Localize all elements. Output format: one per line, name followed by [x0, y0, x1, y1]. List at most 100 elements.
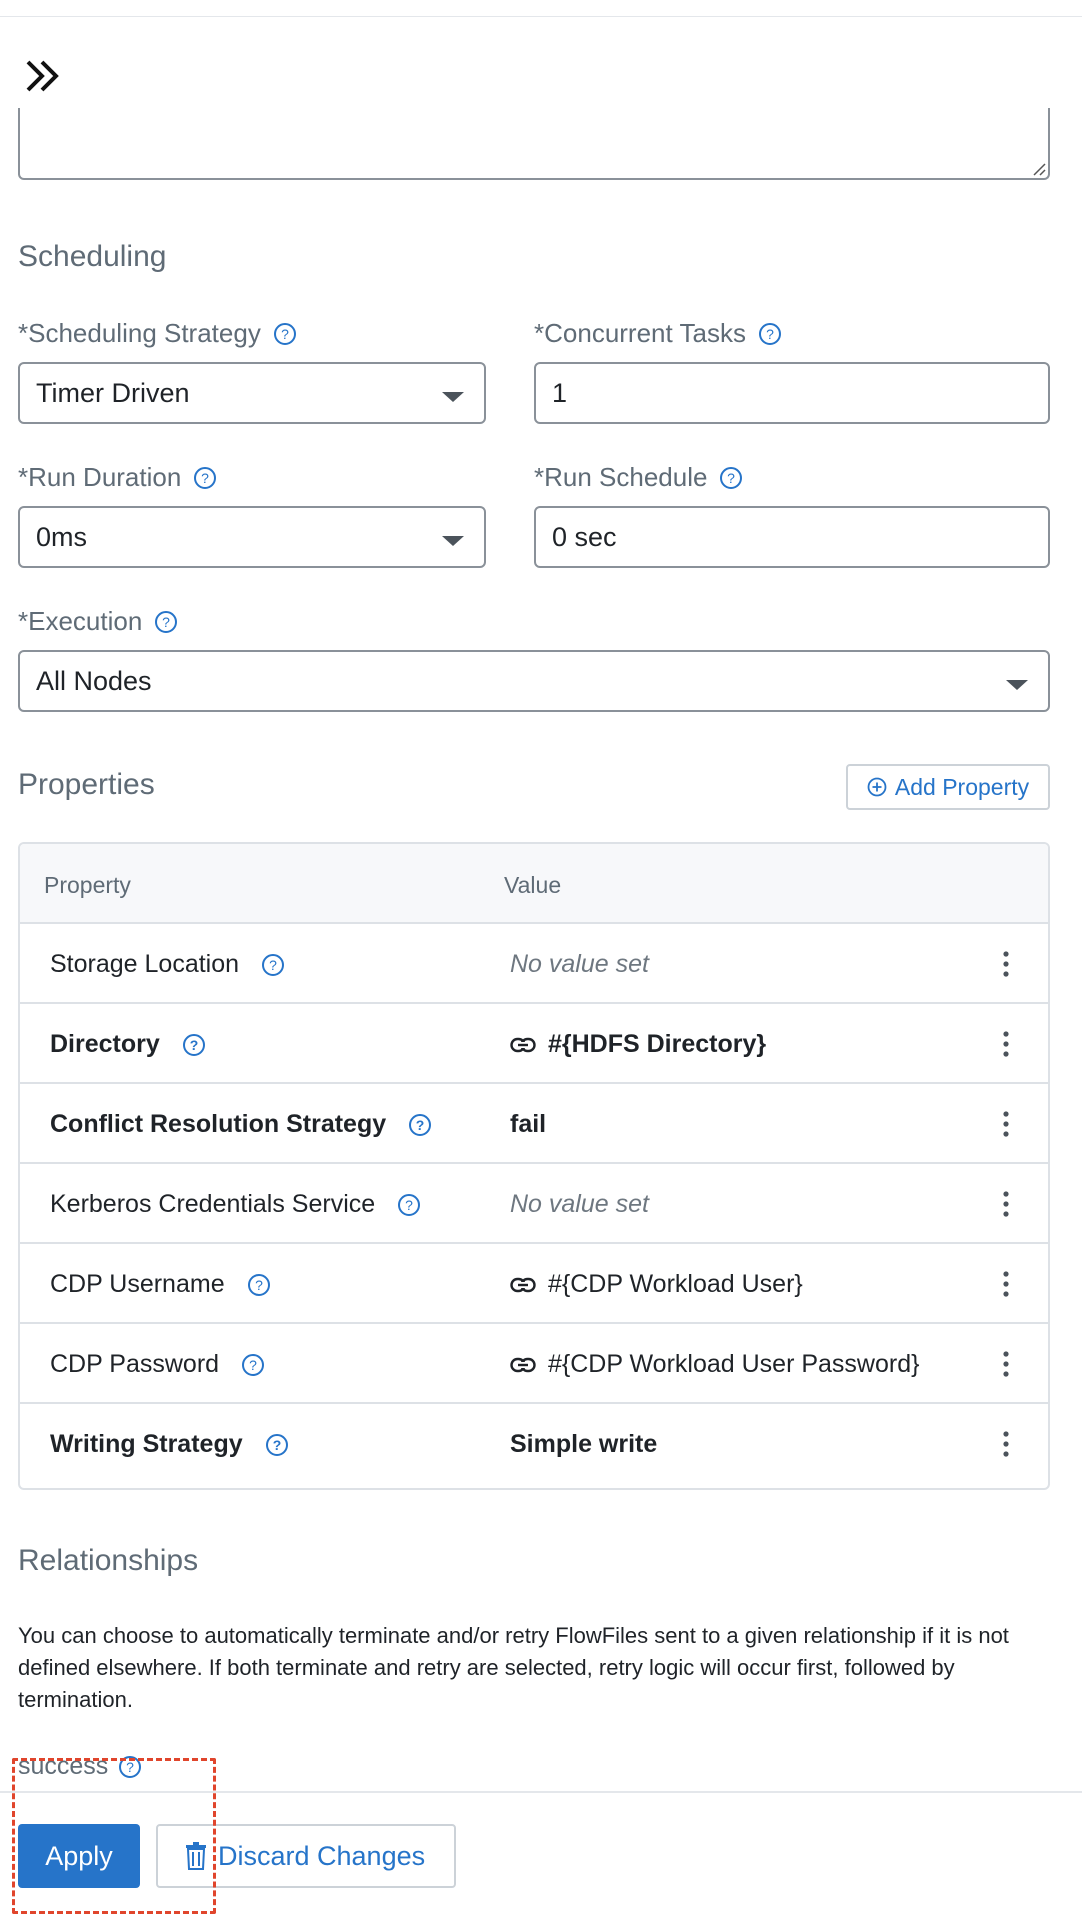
comments-textarea[interactable]: [18, 108, 1050, 180]
double-chevron-right-icon[interactable]: [24, 58, 64, 94]
help-icon[interactable]: ?: [265, 1433, 289, 1457]
chevron-down-icon: [442, 392, 464, 402]
add-property-button[interactable]: Add Property: [846, 764, 1050, 810]
property-value: #{CDP Workload User Password}: [548, 1350, 920, 1378]
run-duration-label-text: *Run Duration: [18, 462, 182, 492]
discard-changes-button[interactable]: Discard Changes: [156, 1824, 456, 1888]
property-value-cell[interactable]: fail: [510, 1110, 546, 1139]
svg-text:?: ?: [189, 1037, 198, 1053]
scheduling-section-title: Scheduling: [18, 240, 167, 273]
run-duration-label: *Run Duration ?: [18, 462, 217, 493]
concurrent-tasks-value: 1: [552, 377, 568, 408]
help-icon[interactable]: ?: [118, 1755, 142, 1779]
svg-text:?: ?: [249, 1357, 257, 1373]
relationships-description: You can choose to automatically terminat…: [18, 1623, 1009, 1712]
property-value-cell[interactable]: #{CDP Workload User Password}: [510, 1350, 919, 1379]
property-value-cell[interactable]: #{CDP Workload User}: [510, 1270, 803, 1299]
link-icon: [510, 1037, 536, 1052]
help-icon[interactable]: ?: [758, 322, 782, 346]
apply-button[interactable]: Apply: [18, 1824, 140, 1888]
more-options-icon[interactable]: [998, 1030, 1014, 1058]
scheduling-strategy-label-text: *Scheduling Strategy: [18, 318, 261, 348]
property-name-cell: Writing Strategy?: [50, 1430, 289, 1459]
help-icon[interactable]: ?: [397, 1193, 421, 1217]
run-schedule-value: 0 sec: [552, 521, 617, 552]
property-value: #{HDFS Directory}: [548, 1030, 767, 1058]
property-name-cell: Kerberos Credentials Service?: [50, 1190, 421, 1219]
help-icon[interactable]: ?: [247, 1273, 271, 1297]
more-options-icon[interactable]: [998, 1270, 1014, 1298]
table-row: CDP Password? #{CDP Workload User Passwor…: [20, 1324, 1048, 1404]
add-property-label: Add Property: [894, 773, 1030, 800]
relationships-section-title: Relationships: [18, 1544, 199, 1577]
svg-text:?: ?: [162, 614, 170, 630]
table-row: Conflict Resolution Strategy? fail: [20, 1084, 1048, 1164]
svg-text:?: ?: [255, 1277, 263, 1293]
property-name: Kerberos Credentials Service: [50, 1190, 376, 1218]
scheduling-strategy-select[interactable]: Timer Driven: [18, 362, 486, 424]
execution-value: All Nodes: [36, 665, 152, 696]
property-value-cell[interactable]: No value set: [510, 1190, 649, 1219]
plus-circle-icon: [867, 777, 887, 797]
scheduling-strategy-label: *Scheduling Strategy ?: [18, 318, 297, 349]
run-schedule-input[interactable]: 0 sec: [534, 506, 1050, 568]
property-name: Storage Location: [50, 950, 240, 978]
help-icon[interactable]: ?: [154, 610, 178, 634]
more-options-icon[interactable]: [998, 1110, 1014, 1138]
run-schedule-label: *Run Schedule ?: [534, 462, 743, 493]
svg-text:?: ?: [126, 1759, 134, 1775]
property-name-cell: Directory?: [50, 1030, 206, 1059]
help-icon[interactable]: ?: [241, 1353, 265, 1377]
svg-text:?: ?: [281, 326, 289, 342]
property-value: #{CDP Workload User}: [548, 1270, 803, 1298]
svg-text:?: ?: [269, 957, 277, 973]
link-icon: [510, 1277, 536, 1292]
top-divider: [0, 16, 1082, 17]
help-icon[interactable]: ?: [719, 466, 743, 490]
more-options-icon[interactable]: [998, 950, 1014, 978]
property-name: Directory: [50, 1030, 160, 1058]
property-name-cell: Storage Location?: [50, 950, 285, 979]
table-row: Kerberos Credentials Service? No value se…: [20, 1164, 1048, 1244]
execution-label: *Execution ?: [18, 606, 178, 637]
trash-icon: [186, 1842, 206, 1870]
table-row: CDP Username? #{CDP Workload User}: [20, 1244, 1048, 1324]
help-icon[interactable]: ?: [261, 953, 285, 977]
run-duration-select[interactable]: 0ms: [18, 506, 486, 568]
table-header: Property Value: [20, 844, 1048, 924]
more-options-icon[interactable]: [998, 1190, 1014, 1218]
property-value-cell[interactable]: Simple write: [510, 1430, 657, 1459]
svg-text:?: ?: [272, 1437, 281, 1453]
concurrent-tasks-input[interactable]: 1: [534, 362, 1050, 424]
column-header-value: Value: [504, 872, 562, 898]
property-value: No value set: [510, 950, 649, 978]
property-value-cell[interactable]: #{HDFS Directory}: [510, 1030, 766, 1059]
help-icon[interactable]: ?: [408, 1113, 432, 1137]
help-icon[interactable]: ?: [182, 1033, 206, 1057]
link-icon: [510, 1357, 536, 1372]
concurrent-tasks-label: *Concurrent Tasks ?: [534, 318, 782, 349]
chevron-down-icon: [1006, 680, 1028, 690]
relationship-name: success: [18, 1752, 109, 1780]
properties-section-title: Properties: [18, 768, 155, 801]
property-name: CDP Password: [50, 1350, 220, 1378]
property-name-cell: CDP Password?: [50, 1350, 265, 1379]
table-row: Directory? #{HDFS Directory}: [20, 1004, 1048, 1084]
more-options-icon[interactable]: [998, 1350, 1014, 1378]
property-name: Writing Strategy: [50, 1430, 243, 1458]
concurrent-tasks-label-text: *Concurrent Tasks: [534, 318, 746, 348]
property-value: Simple write: [510, 1430, 658, 1458]
table-row: Storage Location? No value set: [20, 924, 1048, 1004]
svg-text:?: ?: [405, 1197, 413, 1213]
resize-handle-icon[interactable]: [1030, 160, 1046, 176]
execution-select[interactable]: All Nodes: [18, 650, 1050, 712]
svg-text:?: ?: [766, 326, 774, 342]
help-icon[interactable]: ?: [193, 466, 217, 490]
help-icon[interactable]: ?: [273, 322, 297, 346]
run-duration-value: 0ms: [36, 521, 88, 552]
properties-table: Property Value Storage Location? No value…: [18, 842, 1050, 1490]
svg-text:?: ?: [201, 470, 209, 486]
scheduling-strategy-value: Timer Driven: [36, 377, 190, 408]
property-value-cell[interactable]: No value set: [510, 950, 649, 979]
more-options-icon[interactable]: [998, 1430, 1014, 1458]
